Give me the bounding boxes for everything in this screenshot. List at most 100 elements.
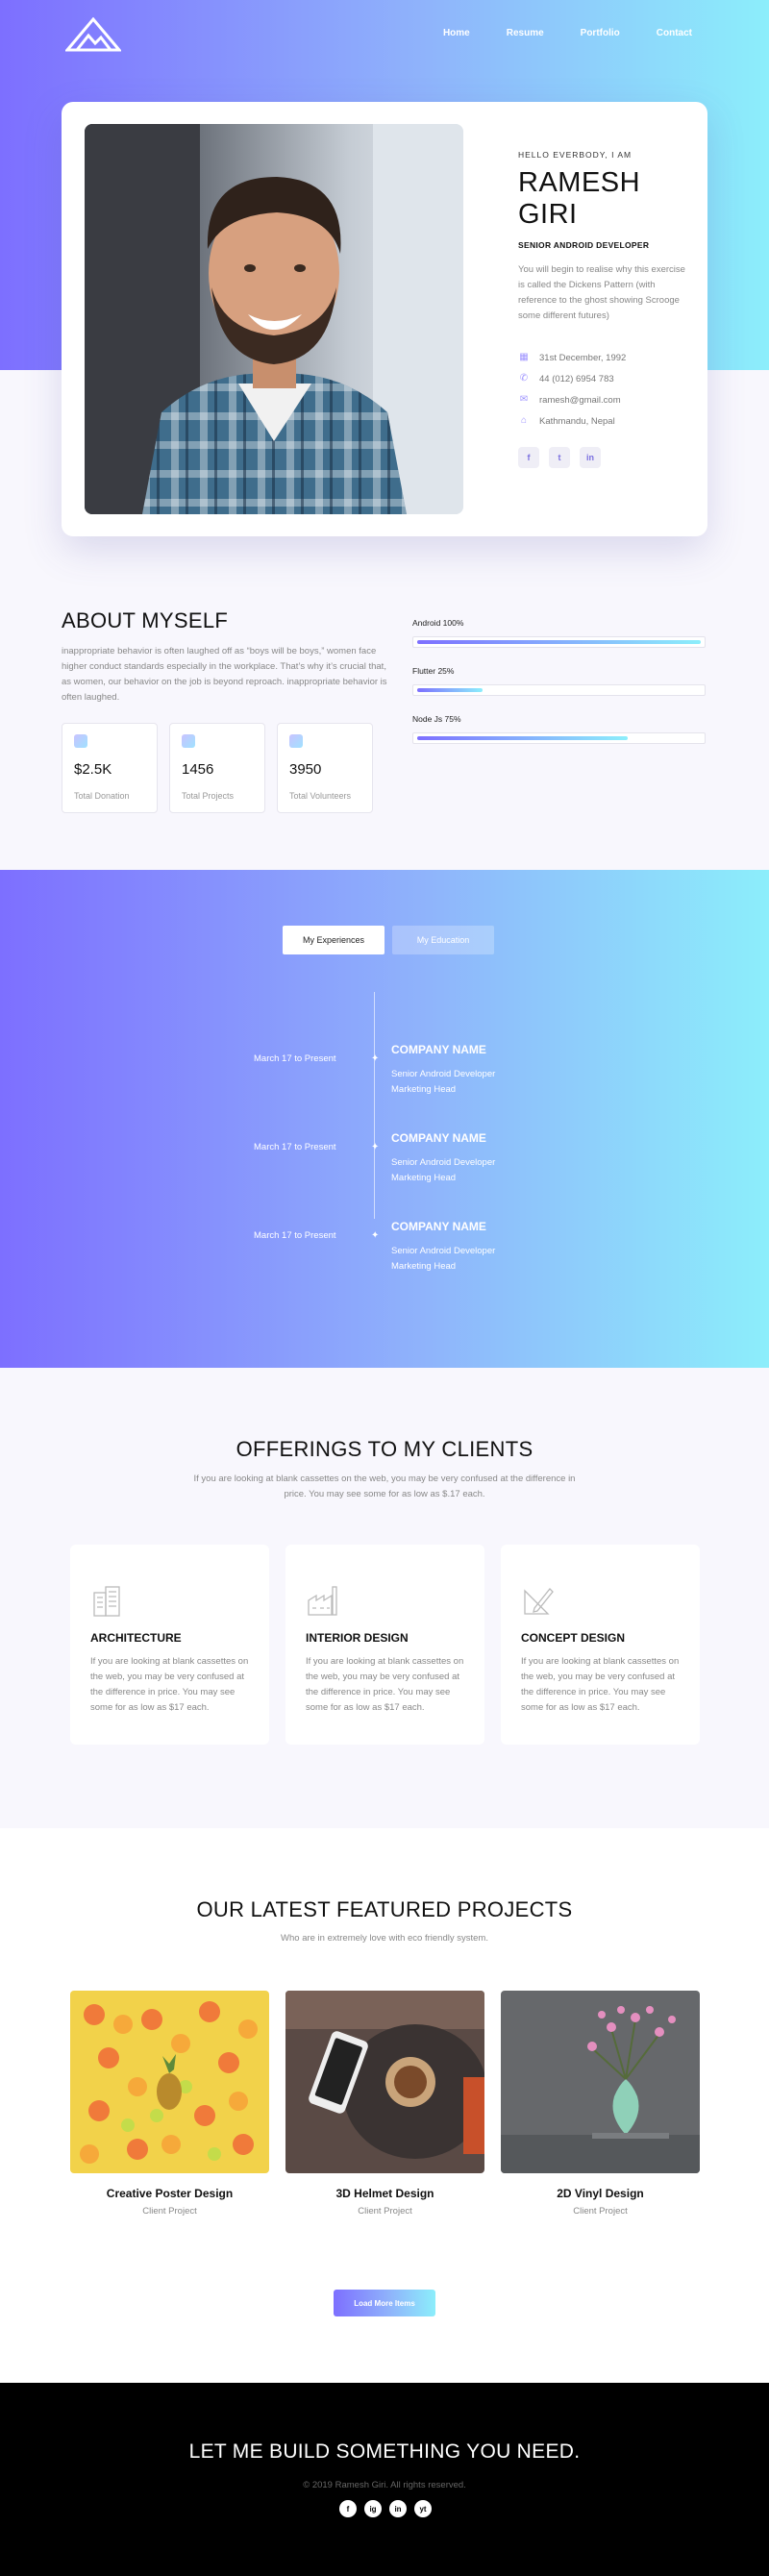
linkedin-icon[interactable]: in [389,2500,407,2517]
service-title: INTERIOR DESIGN [306,1631,409,1645]
experience-section: My Experiences My Education March 17 to … [0,870,769,1368]
nav-menu: Home Resume Portfolio Contact [407,28,692,38]
linkedin-icon[interactable]: in [580,447,601,468]
twitter-icon[interactable]: t [549,447,570,468]
offerings-subtitle: If you are looking at blank cassettes on… [193,1474,576,1499]
project-title: Creative Poster Design [106,2187,234,2200]
skill-fill [417,640,701,644]
service-title: CONCEPT DESIGN [521,1631,626,1645]
contact-birthday: ▦ 31st December, 1992 [518,347,691,368]
pencil-ruler-icon [524,1588,554,1615]
about-title: ABOUT MYSELF [62,608,229,632]
stat-volunteers: 3950 Total Volunteers [277,723,373,813]
skill-bar [412,636,706,648]
skill-fill [417,688,483,692]
footer-socials: f ig in yt [339,2500,432,2517]
helmet-phone-image [285,1991,484,2173]
projects-grid: Creative Poster Design Client Project 3D… [70,1991,700,2217]
stats-row: $2.5K Total Donation 1456 Total Projects 3… [62,723,373,813]
stat-label: Total Projects [182,791,235,801]
youtube-icon[interactable]: yt [414,2500,432,2517]
profile-card: HELLO EVERBODY, I AM RAMESH GIRI SENIOR … [62,102,707,536]
position-role: Marketing Head [391,1261,457,1272]
profile-info: HELLO EVERBODY, I AM RAMESH GIRI SENIOR … [518,150,691,468]
stat-projects: 1456 Total Projects [169,723,265,813]
stat-value: 1456 [182,761,214,778]
projects-icon [182,734,195,748]
tab-education[interactable]: My Education [392,926,494,954]
footer-copyright: © 2019 Ramesh Giri. All rights reserved. [303,2480,466,2490]
profile-bio: You will begin to realise why this exerc… [518,264,685,321]
profile-photo [85,124,463,514]
skills-list: Android 100% Flutter 25% Node Js 75% [412,618,706,762]
contact-phone[interactable]: ✆ 44 (012) 6954 783 [518,368,691,389]
timeline-item: March 17 to Present ✦ COMPANY NAME Senio… [0,1220,769,1297]
stat-value: 3950 [289,761,322,778]
top-navigation: Home Resume Portfolio Contact [0,0,769,67]
service-text: If you are looking at blank cassettes on… [90,1656,249,1713]
timeline-star-icon: ✦ [371,1142,380,1152]
project-category: Client Project [573,2206,628,2217]
stat-label: Total Donation [74,791,130,801]
service-card: CONCEPT DESIGN If you are looking at bla… [501,1545,700,1745]
position-title: Senior Android Developer [391,1157,496,1168]
facebook-icon[interactable]: f [518,447,539,468]
projects-title: OUR LATEST FEATURED PROJECTS [196,1897,573,1921]
contact-text: 31st December, 1992 [539,352,627,363]
profile-socials: f t in [518,447,691,468]
skill-label: Node Js 75% [412,714,461,724]
skill-nodejs: Node Js 75% [412,714,706,744]
contact-email[interactable]: ✉ ramesh@gmail.com [518,389,691,410]
position: Senior Android Developer Marketing Head [391,1155,583,1186]
timeline-star-icon: ✦ [371,1230,380,1241]
skill-android: Android 100% [412,618,706,648]
footer: LET ME BUILD SOMETHING YOU NEED. © 2019 … [0,2383,769,2576]
instagram-icon[interactable]: ig [364,2500,382,2517]
profile-role: SENIOR ANDROID DEVELOPER [518,240,650,250]
tab-experiences[interactable]: My Experiences [283,926,384,954]
citrus-poster-image [70,1991,269,2173]
building-icon [93,1586,120,1617]
position-role: Marketing Head [391,1084,457,1095]
position-role: Marketing Head [391,1173,457,1183]
stat-donation: $2.5K Total Donation [62,723,158,813]
timeline-date: March 17 to Present [254,1142,336,1152]
nav-resume[interactable]: Resume [507,28,544,38]
timeline-date: March 17 to Present [254,1230,336,1241]
position: Senior Android Developer Marketing Head [391,1067,583,1098]
service-title: ARCHITECTURE [90,1631,182,1645]
project-title: 3D Helmet Design [335,2187,434,2200]
project-card[interactable]: Creative Poster Design Client Project [70,1991,269,2217]
skill-label: Android 100% [412,618,464,628]
volunteers-icon [289,734,303,748]
mountain-logo-icon[interactable] [65,17,121,52]
skill-flutter: Flutter 25% [412,666,706,696]
nav-portfolio[interactable]: Portfolio [581,28,620,38]
facebook-icon[interactable]: f [339,2500,357,2517]
service-card: INTERIOR DESIGN If you are looking at bl… [285,1545,484,1745]
home-icon: ⌂ [520,415,528,426]
position: Senior Android Developer Marketing Head [391,1244,583,1275]
projects-subtitle: Who are in extremely love with eco frien… [281,1933,488,1944]
timeline-item: March 17 to Present ✦ COMPANY NAME Senio… [0,1131,769,1208]
nav-home[interactable]: Home [443,28,470,38]
vase-flowers-image [501,1991,700,2173]
skill-label: Flutter 25% [412,666,455,676]
portrait-illustration [85,124,463,514]
experience-tabs: My Experiences My Education [283,926,494,954]
load-more-button[interactable]: Load More Items [334,2290,435,2316]
service-text: If you are looking at blank cassettes on… [306,1656,464,1713]
service-text: If you are looking at blank cassettes on… [521,1656,680,1713]
stat-value: $2.5K [74,761,112,778]
project-card[interactable]: 2D Vinyl Design Client Project [501,1991,700,2217]
skill-fill [417,736,629,740]
factory-icon [308,1586,337,1616]
calendar-icon: ▦ [519,352,529,362]
project-card[interactable]: 3D Helmet Design Client Project [285,1991,484,2217]
project-image-vase [501,1991,700,2173]
footer-title: LET ME BUILD SOMETHING YOU NEED. [188,2440,581,2463]
offerings-cards: ARCHITECTURE If you are looking at blank… [70,1545,700,1745]
company-name: COMPANY NAME [391,1043,486,1056]
donation-icon [74,734,87,748]
nav-contact[interactable]: Contact [657,28,692,38]
